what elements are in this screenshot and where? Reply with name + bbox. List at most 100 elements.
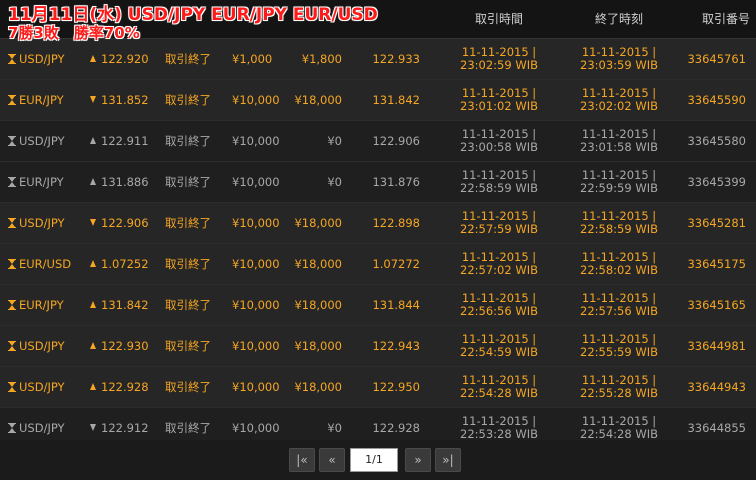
end-time-cell: 11-11-2015 | 23:02:02 WIB	[572, 80, 666, 120]
payout-cell: ¥18,000	[294, 339, 342, 353]
status-cell: 取引終了	[165, 93, 211, 107]
start-time-cell: 11-11-2015 | 22:58:59 WIB	[452, 162, 546, 202]
investment-cell: ¥10,000	[232, 380, 280, 394]
payout-cell: ¥0	[327, 134, 342, 148]
hourglass-icon	[8, 259, 16, 269]
table-row[interactable]: EUR/JPY 131.842 取引終了 ¥10,000 ¥18,000 131.844 1…	[0, 285, 756, 326]
table-row[interactable]: USD/JPY 122.920 取引終了 ¥1,000 ¥1,800 122.933 11-…	[0, 39, 756, 80]
entry-rate: 131.842	[101, 298, 149, 312]
end-clock: 23:03:59 WIB	[580, 58, 658, 72]
payout-cell: ¥0	[327, 175, 342, 189]
trade-id-cell: 33645580	[687, 134, 746, 148]
table-row[interactable]: EUR/USD 1.07252 取引終了 ¥10,000 ¥18,000 1.07272 1…	[0, 244, 756, 285]
status-cell: 取引終了	[165, 52, 211, 66]
hourglass-icon	[8, 423, 16, 433]
end-time-cell: 11-11-2015 | 22:58:02 WIB	[572, 244, 666, 284]
pair-cell: USD/JPY	[8, 203, 88, 243]
end-clock: 22:58:59 WIB	[580, 222, 658, 236]
pair-cell: USD/JPY	[8, 367, 88, 407]
status-cell: 取引終了	[165, 134, 211, 148]
trade-id-cell: 33645761	[687, 52, 746, 66]
end-clock: 22:57:56 WIB	[580, 304, 658, 318]
payout-cell: ¥1,800	[301, 52, 342, 66]
last-page-button[interactable]: »|	[435, 448, 461, 472]
arrow-up-icon	[90, 137, 96, 144]
start-clock: 22:54:59 WIB	[460, 345, 538, 359]
pair-cell: EUR/JPY	[8, 80, 88, 120]
end-time-cell: 11-11-2015 | 23:01:58 WIB	[572, 121, 666, 161]
arrow-up-icon	[90, 260, 96, 267]
pagination: |« « 1/1 » »|	[0, 440, 756, 480]
next-page-button[interactable]: »	[405, 448, 431, 472]
start-time-cell: 11-11-2015 | 22:54:59 WIB	[452, 326, 546, 366]
trade-id-cell: 33645175	[687, 257, 746, 271]
table-row[interactable]: EUR/JPY 131.886 取引終了 ¥10,000 ¥0 131.876 11-11-…	[0, 162, 756, 203]
first-page-button[interactable]: |«	[289, 448, 315, 472]
end-clock: 23:01:58 WIB	[580, 140, 658, 154]
column-header-end-time[interactable]: 終了時刻	[572, 0, 666, 38]
annotation-record: 7勝3敗 勝率70%	[8, 24, 140, 42]
table-row[interactable]: USD/JPY 122.906 取引終了 ¥10,000 ¥18,000 122.898 1…	[0, 203, 756, 244]
pair-cell: USD/JPY	[8, 326, 88, 366]
pair-cell: EUR/JPY	[8, 285, 88, 325]
table-row[interactable]: EUR/JPY 131.852 取引終了 ¥10,000 ¥18,000 131.842 1…	[0, 80, 756, 121]
pair-cell: USD/JPY	[8, 121, 88, 161]
end-time-cell: 11-11-2015 | 22:55:59 WIB	[572, 326, 666, 366]
end-time-cell: 11-11-2015 | 23:03:59 WIB	[572, 39, 666, 79]
start-clock: 22:54:28 WIB	[460, 386, 538, 400]
entry-rate-cell: 122.906	[90, 203, 160, 243]
column-header-start-time[interactable]: 取引時間	[452, 0, 546, 38]
entry-rate: 122.920	[101, 52, 149, 66]
column-header-trade-id[interactable]: 取引番号	[680, 0, 750, 38]
end-clock: 22:55:28 WIB	[580, 386, 658, 400]
entry-rate: 122.906	[101, 216, 149, 230]
end-time-cell: 11-11-2015 | 22:55:28 WIB	[572, 367, 666, 407]
arrow-up-icon	[90, 55, 96, 62]
end-clock: 22:58:02 WIB	[580, 263, 658, 277]
closing-rate-cell: 122.943	[372, 339, 420, 353]
hourglass-icon	[8, 177, 16, 187]
currency-pair: USD/JPY	[19, 216, 65, 230]
payout-cell: ¥18,000	[294, 216, 342, 230]
start-clock: 22:58:59 WIB	[460, 181, 538, 195]
entry-rate-cell: 131.842	[90, 285, 160, 325]
entry-rate-cell: 122.911	[90, 121, 160, 161]
payout-cell: ¥18,000	[294, 93, 342, 107]
page-number-input[interactable]: 1/1	[350, 448, 398, 472]
currency-pair: EUR/JPY	[19, 175, 64, 189]
table-row[interactable]: USD/JPY 122.928 取引終了 ¥10,000 ¥18,000 122.950 1…	[0, 367, 756, 408]
investment-cell: ¥10,000	[232, 257, 280, 271]
pair-cell: USD/JPY	[8, 39, 88, 79]
closing-rate-cell: 131.876	[372, 175, 420, 189]
entry-rate-cell: 1.07252	[90, 244, 160, 284]
status-cell: 取引終了	[165, 175, 211, 189]
investment-cell: ¥1,000	[232, 52, 273, 66]
end-clock: 22:55:59 WIB	[580, 345, 658, 359]
entry-rate-cell: 131.852	[90, 80, 160, 120]
start-time-cell: 11-11-2015 | 22:57:02 WIB	[452, 244, 546, 284]
trade-id-cell: 33645399	[687, 175, 746, 189]
table-row[interactable]: USD/JPY 122.911 取引終了 ¥10,000 ¥0 122.906 11-11-…	[0, 121, 756, 162]
result-annotation: 11月11日(水) USD/JPY EUR/JPY EUR/USD 7勝3敗 勝…	[8, 6, 378, 42]
hourglass-icon	[8, 341, 16, 351]
currency-pair: EUR/USD	[19, 257, 72, 271]
table-row[interactable]: USD/JPY 122.930 取引終了 ¥10,000 ¥18,000 122.943 1…	[0, 326, 756, 367]
investment-cell: ¥10,000	[232, 93, 280, 107]
arrow-down-icon	[90, 219, 96, 226]
hourglass-icon	[8, 95, 16, 105]
start-clock: 22:57:02 WIB	[460, 263, 538, 277]
status-cell: 取引終了	[165, 298, 211, 312]
hourglass-icon	[8, 218, 16, 228]
currency-pair: USD/JPY	[19, 134, 65, 148]
start-clock: 22:57:59 WIB	[460, 222, 538, 236]
closing-rate-cell: 131.844	[372, 298, 420, 312]
end-time-cell: 11-11-2015 | 22:57:56 WIB	[572, 285, 666, 325]
payout-cell: ¥18,000	[294, 380, 342, 394]
currency-pair: EUR/JPY	[19, 93, 64, 107]
closing-rate-cell: 122.933	[372, 52, 420, 66]
arrow-up-icon	[90, 301, 96, 308]
currency-pair: EUR/JPY	[19, 298, 64, 312]
arrow-up-icon	[90, 342, 96, 349]
prev-page-button[interactable]: «	[319, 448, 345, 472]
currency-pair: USD/JPY	[19, 52, 65, 66]
